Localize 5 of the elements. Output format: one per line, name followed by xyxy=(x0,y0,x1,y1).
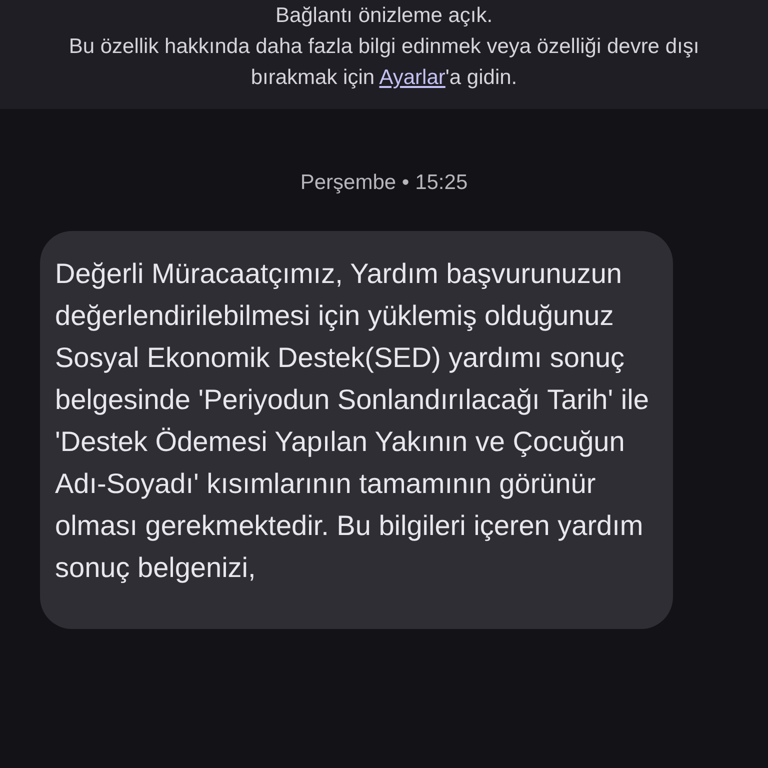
banner-text: Bu özellik hakkında daha fazla bilgi edinmek veya özelliği devre dışı bırakmak için Ayarlar'a gidin. xyxy=(68,34,700,91)
message-timestamp: Perşembe • 15:25 xyxy=(300,171,468,195)
message-text: Değerli Müracaatçımız, Yardım başvurunuzun değerlendirilebilmesi için yüklemiş olduğunuz Sosyal Ekonomik Destek(SED) yardımı sonuç belgesinde 'Periyodun Sonlandırılacağı Tarih' ile 'Destek Ödemesi Yapılan Yakının ve Çocuğun Adı-Soyadı' kısımlarının tamamının görünür olması gerekmektedir. Bu bilgileri içeren yardım sonuç belgenizi, xyxy=(55,258,649,583)
settings-link[interactable]: Ayarlar xyxy=(379,66,446,89)
banner-title: Bağlantı önizleme açık. xyxy=(275,3,493,29)
